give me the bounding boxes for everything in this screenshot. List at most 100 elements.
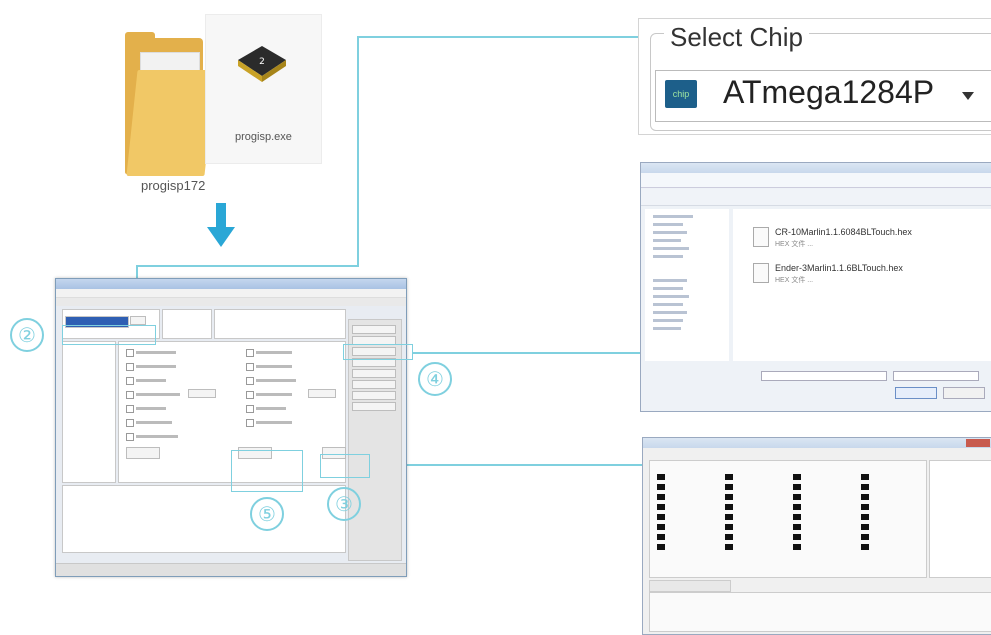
fuse-bit[interactable] bbox=[793, 484, 801, 490]
chip-icon: chip bbox=[665, 80, 697, 108]
exe-file-name: progisp.exe bbox=[235, 131, 292, 143]
select-chip-button[interactable] bbox=[130, 316, 146, 325]
dialog-title-bar bbox=[643, 438, 991, 448]
chip-icon: 2 bbox=[238, 46, 286, 82]
option-checkbox[interactable] bbox=[126, 349, 134, 357]
tab-bar bbox=[56, 298, 406, 306]
menu-bar bbox=[56, 289, 406, 298]
fuse-bit[interactable] bbox=[657, 534, 665, 540]
fuse-bit[interactable] bbox=[861, 504, 869, 510]
fuse-bit[interactable] bbox=[793, 494, 801, 500]
status-bar bbox=[56, 563, 406, 576]
folder-name: progisp172 bbox=[141, 178, 206, 193]
dialog-nav-pane[interactable] bbox=[645, 209, 729, 361]
callout-select-chip bbox=[62, 325, 156, 345]
fuse-bit[interactable] bbox=[793, 544, 801, 550]
close-icon[interactable] bbox=[966, 439, 990, 447]
fuse-bit[interactable] bbox=[725, 534, 733, 540]
fuse-bit[interactable] bbox=[725, 524, 733, 530]
connector-line-select-chip-bottom bbox=[136, 265, 359, 267]
option-checkbox[interactable] bbox=[246, 349, 254, 357]
fuse-bit[interactable] bbox=[861, 484, 869, 490]
option-checkbox[interactable] bbox=[126, 419, 134, 427]
fuse-bit[interactable] bbox=[657, 484, 665, 490]
fuse-settings-dialog bbox=[642, 437, 991, 635]
svg-text:2: 2 bbox=[259, 57, 265, 67]
fuse-bit[interactable] bbox=[861, 544, 869, 550]
arrow-down-icon bbox=[207, 203, 235, 247]
fuse-bit[interactable] bbox=[657, 514, 665, 520]
config-button[interactable] bbox=[188, 389, 216, 398]
step-4-marker: ④ bbox=[418, 362, 452, 396]
fuse-bit[interactable] bbox=[861, 534, 869, 540]
connector-line-fuse bbox=[368, 464, 642, 466]
fuse-bit[interactable] bbox=[725, 494, 733, 500]
fuse-bit[interactable] bbox=[793, 504, 801, 510]
fuse-bit[interactable] bbox=[657, 524, 665, 530]
action-button[interactable] bbox=[352, 325, 396, 334]
file-icon bbox=[753, 227, 769, 247]
fuse-bit[interactable] bbox=[861, 514, 869, 520]
fuse-bit[interactable] bbox=[725, 544, 733, 550]
fuse-bit[interactable] bbox=[861, 494, 869, 500]
fuse-bit[interactable] bbox=[725, 504, 733, 510]
config-button-2[interactable] bbox=[308, 389, 336, 398]
file-name-input[interactable] bbox=[761, 371, 887, 381]
file-meta: HEX 文件 ... bbox=[775, 277, 814, 284]
action-button[interactable] bbox=[352, 380, 396, 389]
open-file-dialog: CR-10Marlin1.1.6084BLTouch.hex HEX 文件 ..… bbox=[640, 162, 991, 412]
folder-front bbox=[126, 70, 216, 176]
connector-line-select-chip-top bbox=[357, 36, 640, 38]
option-checkbox[interactable] bbox=[126, 377, 134, 385]
action-button[interactable] bbox=[352, 402, 396, 411]
file-meta: HEX 文件 ... bbox=[775, 241, 814, 248]
fuse-bit[interactable] bbox=[861, 524, 869, 530]
option-checkbox[interactable] bbox=[246, 405, 254, 413]
action-button[interactable] bbox=[352, 369, 396, 378]
dialog-file-list[interactable]: CR-10Marlin1.1.6084BLTouch.hex HEX 文件 ..… bbox=[733, 209, 991, 361]
dialog-address-bar[interactable] bbox=[641, 173, 991, 188]
fuse-bit[interactable] bbox=[861, 474, 869, 480]
fuse-bit[interactable] bbox=[657, 544, 665, 550]
fuse-bit[interactable] bbox=[793, 524, 801, 530]
file-icon bbox=[753, 263, 769, 283]
option-checkbox[interactable] bbox=[126, 391, 134, 399]
fuse-bit[interactable] bbox=[725, 514, 733, 520]
step-5-marker: ⑤ bbox=[250, 497, 284, 531]
select-chip-value: ATmega1284P bbox=[723, 74, 935, 110]
chevron-down-icon[interactable] bbox=[962, 92, 974, 100]
fuse-bit[interactable] bbox=[793, 514, 801, 520]
cancel-button[interactable] bbox=[943, 387, 985, 399]
option-checkbox[interactable] bbox=[246, 419, 254, 427]
open-button[interactable] bbox=[895, 387, 937, 399]
file-type-select[interactable] bbox=[893, 371, 979, 381]
fuse-bit[interactable] bbox=[725, 474, 733, 480]
step-3-marker: ③ bbox=[327, 487, 361, 521]
option-checkbox[interactable] bbox=[126, 405, 134, 413]
window-title-bar bbox=[56, 279, 406, 289]
option-checkbox[interactable] bbox=[246, 377, 254, 385]
fuse-bit[interactable] bbox=[657, 504, 665, 510]
action-button[interactable] bbox=[352, 391, 396, 400]
chip-tree[interactable] bbox=[62, 341, 116, 483]
file-name[interactable]: Ender-3Marlin1.1.6BLTouch.hex bbox=[775, 263, 903, 273]
option-checkbox[interactable] bbox=[246, 391, 254, 399]
option-checkbox[interactable] bbox=[126, 363, 134, 371]
file-name[interactable]: CR-10Marlin1.1.6084BLTouch.hex bbox=[775, 227, 912, 237]
option-checkbox[interactable] bbox=[246, 363, 254, 371]
fuse-tabs[interactable] bbox=[649, 580, 731, 592]
fuse-bits-panel bbox=[649, 460, 927, 578]
callout-auto bbox=[231, 450, 303, 492]
select-chip-label: Select Chip bbox=[664, 22, 809, 53]
option-checkbox[interactable] bbox=[126, 433, 134, 441]
fuse-bit[interactable] bbox=[793, 534, 801, 540]
programmer-group bbox=[162, 309, 212, 339]
dialog-title-bar bbox=[641, 163, 991, 173]
fuse-bit[interactable] bbox=[657, 474, 665, 480]
fuse-bit[interactable] bbox=[657, 494, 665, 500]
callout-fuse bbox=[320, 454, 370, 478]
fuse-bit[interactable] bbox=[725, 484, 733, 490]
fuse-bit[interactable] bbox=[793, 474, 801, 480]
fuse-bottom-panel bbox=[649, 592, 991, 632]
erase-button[interactable] bbox=[126, 447, 160, 459]
